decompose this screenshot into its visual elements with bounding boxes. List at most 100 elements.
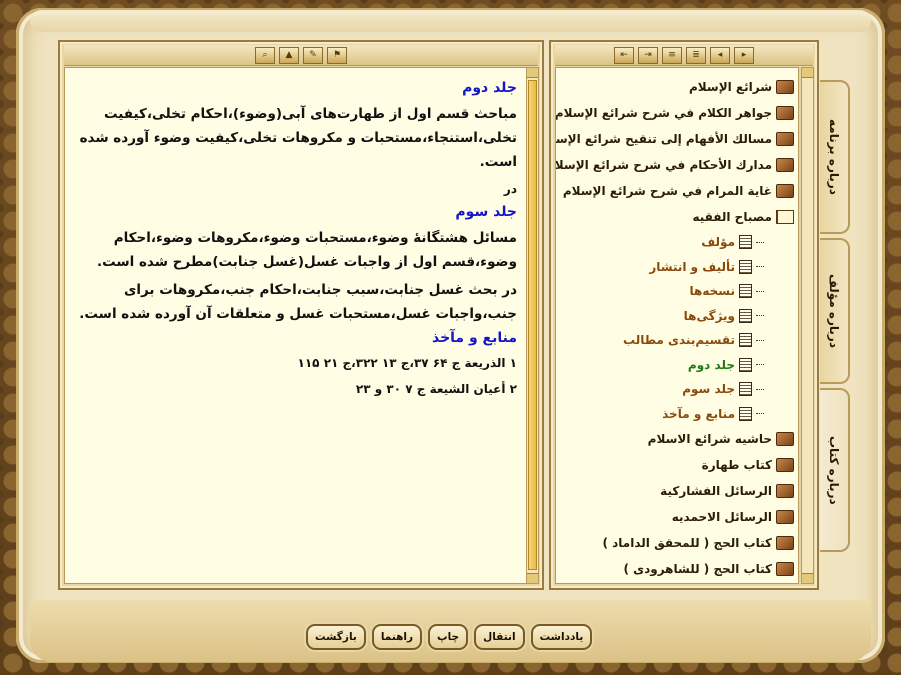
next-icon[interactable]: ▸ — [734, 46, 754, 64]
text-body: جلد دوم مباحث قسم اول از طهارت‌های آبی(وض… — [65, 68, 527, 400]
binoculars-icon[interactable]: ⌕ — [255, 46, 275, 64]
tree-child-label: ویژگی‌ها — [683, 308, 735, 323]
bookmark-icon[interactable]: ⚑ — [327, 46, 347, 64]
tree-child-label: تقسیم‌بندی مطالب — [622, 333, 735, 348]
document-icon — [739, 284, 752, 299]
tree-node[interactable]: شرائع الإسلام — [556, 74, 794, 100]
scroll-up-arrow[interactable] — [802, 68, 813, 78]
tab-label: درباره کتاب — [827, 435, 841, 505]
tree-child-node[interactable]: جلد دوم — [556, 353, 764, 378]
tree-node-label: کتاب الحج ( للمحقق الداماد ) — [602, 536, 772, 550]
tree-node-label: مسالك الأفهام إلى تنقيح شرائع الإسلام — [555, 132, 772, 146]
open-book-icon — [776, 210, 794, 224]
note-button[interactable]: یادداشت — [530, 624, 593, 650]
tree-connector — [756, 388, 764, 390]
paragraph: ۲ أعیان الشیعة ج ۷ ۳۰ و ۲۳ — [355, 382, 517, 396]
book-icon — [776, 510, 794, 524]
paragraph: مسائل هشتگانهٔ وضوء،مستحبات وضوء،مکروهات… — [96, 230, 517, 270]
paragraph: در — [503, 182, 517, 196]
document-icon — [739, 382, 752, 397]
tree-node[interactable]: مصباح الفقيه — [556, 204, 794, 230]
tab-label: درباره مؤلف — [827, 274, 841, 348]
help-button[interactable]: راهنما — [371, 624, 423, 650]
tree-child-node[interactable]: ویژگی‌ها — [556, 304, 764, 329]
book-icon — [776, 106, 794, 120]
search-icon[interactable]: ▲ — [279, 46, 299, 64]
tree-child-label: مؤلف — [701, 235, 735, 250]
tree-node-label: مدارك الأحكام في شرح شرائع الإسلام — [555, 158, 772, 172]
tree-node[interactable]: مدارك الأحكام في شرح شرائع الإسلام — [556, 152, 794, 178]
tree-connector — [756, 241, 764, 243]
tree-child-node[interactable]: منابع و مآخذ — [556, 402, 764, 427]
scroll-up-arrow[interactable] — [527, 68, 538, 78]
book-icon — [776, 484, 794, 498]
tree-child-node[interactable]: جلد سوم — [556, 377, 764, 402]
tree-toolbar: ⇤ ⇥ ≡ ≣ ◂ ▸ — [555, 45, 813, 66]
section-heading: جلد دوم — [462, 80, 517, 96]
tree-node[interactable]: کتاب الحج ( للمحقق الداماد ) — [556, 530, 794, 556]
document-icon — [739, 333, 752, 348]
book-icon — [776, 432, 794, 446]
tree-node[interactable]: کتاب طهارة — [556, 452, 794, 478]
document-icon — [739, 406, 752, 421]
tree-node-label: جواهر الكلام في شرح شرائع الإسلام — [555, 106, 772, 120]
tree-node[interactable]: حاشیه شرائع الاسلام — [556, 426, 794, 452]
tree-child-label: نسخه‌ها — [689, 284, 735, 299]
expand-icon[interactable]: ⇤ — [614, 46, 634, 64]
tree-node[interactable]: مسالك الأفهام إلى تنقيح شرائع الإسلام — [556, 126, 794, 152]
transfer-button[interactable]: انتقال — [474, 624, 525, 650]
tree-child-node[interactable]: مؤلف — [556, 230, 764, 255]
book-icon — [776, 458, 794, 472]
book-icon — [776, 132, 794, 146]
document-icon — [739, 308, 752, 323]
section-heading: منابع و مآخذ — [431, 330, 517, 346]
book-icon — [776, 80, 794, 94]
tree-node[interactable]: کتاب الحج ( للشاهرودی ) — [556, 556, 794, 582]
tree-child-label: جلد سوم — [682, 382, 735, 397]
tree-node[interactable]: غاية المرام في شرح شرائع الإسلام — [556, 178, 794, 204]
book-icon — [776, 536, 794, 550]
tab-about-author[interactable]: درباره مؤلف — [820, 238, 850, 384]
tree-child-label: تألیف و انتشار — [649, 259, 735, 274]
tree-node-label: غاية المرام في شرح شرائع الإسلام — [562, 184, 772, 198]
tree-node[interactable]: الرسائل الاحمدیه — [556, 504, 794, 530]
bottom-toolbar: بازگشت راهنما چاپ انتقال یادداشت — [306, 624, 593, 650]
tree-connector — [756, 364, 764, 366]
paragraph: مباحث قسم اول از طهارت‌های آبی(وضوء)،احک… — [79, 106, 517, 170]
sort-icon[interactable]: ≣ — [686, 46, 706, 64]
tree-child-node[interactable]: تقسیم‌بندی مطالب — [556, 328, 764, 353]
section-heading: جلد سوم — [455, 204, 517, 220]
back-button[interactable]: بازگشت — [306, 624, 366, 650]
tree-content: شرائع الإسلام جواهر الكلام في شرح شرائع ا… — [555, 67, 799, 584]
tree-child-node[interactable]: نسخه‌ها — [556, 279, 764, 304]
tab-about-program[interactable]: درباره برنامه — [820, 80, 850, 234]
tree-node[interactable]: جواهر الكلام في شرح شرائع الإسلام — [556, 100, 794, 126]
scroll-down-arrow[interactable] — [527, 573, 538, 583]
text-content: جلد دوم مباحث قسم اول از طهارت‌های آبی(وض… — [64, 67, 528, 584]
tree-connector — [756, 315, 764, 317]
scroll-down-arrow[interactable] — [802, 573, 813, 583]
prev-icon[interactable]: ◂ — [710, 46, 730, 64]
print-button[interactable]: چاپ — [428, 624, 469, 650]
tree-connector — [756, 290, 764, 292]
text-toolbar: ⌕ ▲ ✎ ⚑ — [64, 45, 538, 66]
list-icon[interactable]: ≡ — [662, 46, 682, 64]
tree-panel: ⇤ ⇥ ≡ ≣ ◂ ▸ شرائع الإسلام جواهر الكلام في… — [549, 40, 819, 590]
tree-node-label: کتاب الحج ( للشاهرودی ) — [623, 562, 772, 576]
document-icon — [739, 357, 752, 372]
tree-scrollbar[interactable] — [801, 67, 814, 584]
book-icon — [776, 562, 794, 576]
tree-node-label: الرسائل الفشارکية — [660, 484, 772, 498]
text-panel: ⌕ ▲ ✎ ⚑ جلد دوم مباحث قسم اول از طهارت‌ها… — [58, 40, 544, 590]
document-icon — [739, 235, 752, 250]
tree-child-node[interactable]: تألیف و انتشار — [556, 255, 764, 280]
tree-node[interactable]: الرسائل الفشارکية — [556, 478, 794, 504]
scroll-thumb[interactable] — [528, 80, 537, 570]
book-tree: شرائع الإسلام جواهر الكلام في شرح شرائع ا… — [556, 68, 798, 582]
tree-node-label: الرسائل الاحمدیه — [671, 510, 772, 524]
tree-child-label: جلد دوم — [687, 357, 735, 372]
highlight-icon[interactable]: ✎ — [303, 46, 323, 64]
text-scrollbar[interactable] — [526, 67, 539, 584]
collapse-icon[interactable]: ⇥ — [638, 46, 658, 64]
tab-about-book[interactable]: درباره کتاب — [820, 388, 850, 552]
